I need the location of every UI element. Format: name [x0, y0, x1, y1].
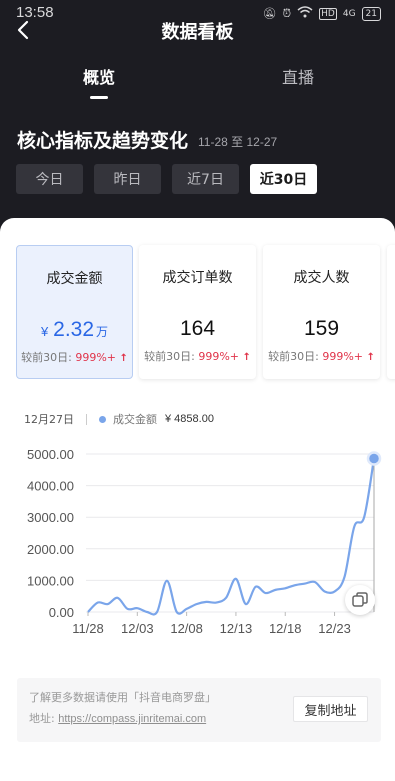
metric-label: 成交订单数	[162, 270, 233, 286]
page-title: 数据看板	[161, 22, 234, 43]
x-tick-label: 12/03	[121, 621, 154, 636]
dashboard-card: 成交金额 ¥2.32 万 较前30日: 999%+ ↑ 成交订单数 164 较前3…	[0, 218, 395, 781]
period-selector: 今日 昨日 近7日 近30日	[16, 164, 317, 194]
x-tick-label: 12/08	[170, 621, 203, 636]
metric-orders-card[interactable]: 成交订单数 164 较前30日: 999%+ ↑	[139, 245, 256, 379]
legend-dot-icon	[99, 415, 106, 423]
x-tick-label: 12/13	[220, 621, 253, 636]
compass-address: 地址: https://compass.jinritemai.com	[29, 712, 207, 725]
x-tick-label: 12/23	[318, 621, 351, 636]
compass-info: 了解更多数据请使用「抖音电商罗盘」 地址: https://compass.ji…	[17, 678, 381, 742]
metric-value: ¥2.32 万	[40, 318, 109, 341]
legend-series-name: 成交金额	[113, 413, 157, 426]
metric-card-partial[interactable]	[387, 245, 395, 379]
trend-line-chart[interactable]: 0.00 1000.00 2000.00 3000.00 4000.00 5000.00 1…	[0, 441, 395, 651]
highlight-point	[366, 451, 382, 466]
legend-series-value: ¥ 4858.00	[165, 413, 214, 425]
legend-divider	[86, 413, 87, 425]
metric-gmv-card[interactable]: 成交金额 ¥2.32 万 较前30日: 999%+ ↑	[16, 245, 133, 379]
compass-link[interactable]: https://compass.jinritemai.com	[58, 713, 206, 725]
compare-toggle-button[interactable]	[345, 585, 375, 615]
arrow-up-icon: ↑	[239, 352, 251, 363]
legend-date: 12月27日	[24, 413, 74, 426]
arrow-up-icon: ↑	[116, 353, 128, 364]
y-tick-label: 4000.00	[27, 479, 74, 494]
period-30d-button[interactable]: 近30日	[250, 164, 317, 194]
x-tick-label: 11/28	[72, 621, 104, 636]
copy-address-button[interactable]: 复制地址	[293, 696, 368, 722]
chart-legend: 12月27日 成交金额 ¥ 4858.00	[24, 411, 214, 427]
metric-value: 164	[179, 317, 216, 340]
tab-overview[interactable]: 概览	[83, 64, 115, 88]
arrow-up-icon: ↑	[363, 352, 375, 363]
tab-bar: 概览 直播	[0, 62, 395, 102]
period-today-button[interactable]: 今日	[16, 164, 83, 194]
metric-buyers-card[interactable]: 成交人数 159 较前30日: 999%+ ↑	[263, 245, 380, 379]
series-line-gmv	[87, 458, 376, 616]
metric-label: 成交金额	[46, 271, 103, 287]
tab-live[interactable]: 直播	[282, 64, 314, 88]
period-7d-button[interactable]: 近7日	[172, 164, 239, 194]
metric-cards: 成交金额 ¥2.32 万 较前30日: 999%+ ↑ 成交订单数 164 较前3…	[16, 245, 395, 379]
y-tick-label: 3000.00	[27, 510, 74, 525]
metric-label: 成交人数	[293, 270, 350, 286]
copy-icon	[352, 592, 368, 607]
period-yesterday-button[interactable]: 昨日	[94, 164, 161, 194]
metric-compare: 较前30日: 999%+ ↑	[268, 350, 375, 363]
y-tick-label: 2000.00	[27, 542, 74, 557]
y-tick-label: 5000.00	[27, 447, 74, 462]
metric-value: 159	[303, 317, 340, 340]
tab-active-indicator	[90, 96, 108, 99]
section-title: 核心指标及趋势变化	[17, 130, 189, 152]
y-tick-label: 1000.00	[27, 573, 74, 588]
x-tick-label: 12/18	[269, 621, 302, 636]
metric-compare: 较前30日: 999%+ ↑	[21, 351, 128, 364]
y-tick-label: 0.00	[49, 605, 74, 620]
metric-compare: 较前30日: 999%+ ↑	[144, 350, 251, 363]
compass-hint: 了解更多数据请使用「抖音电商罗盘」	[29, 691, 216, 704]
date-range: 11-28 至 12-27	[198, 135, 278, 149]
nav-bar: 数据看板	[0, 14, 395, 46]
